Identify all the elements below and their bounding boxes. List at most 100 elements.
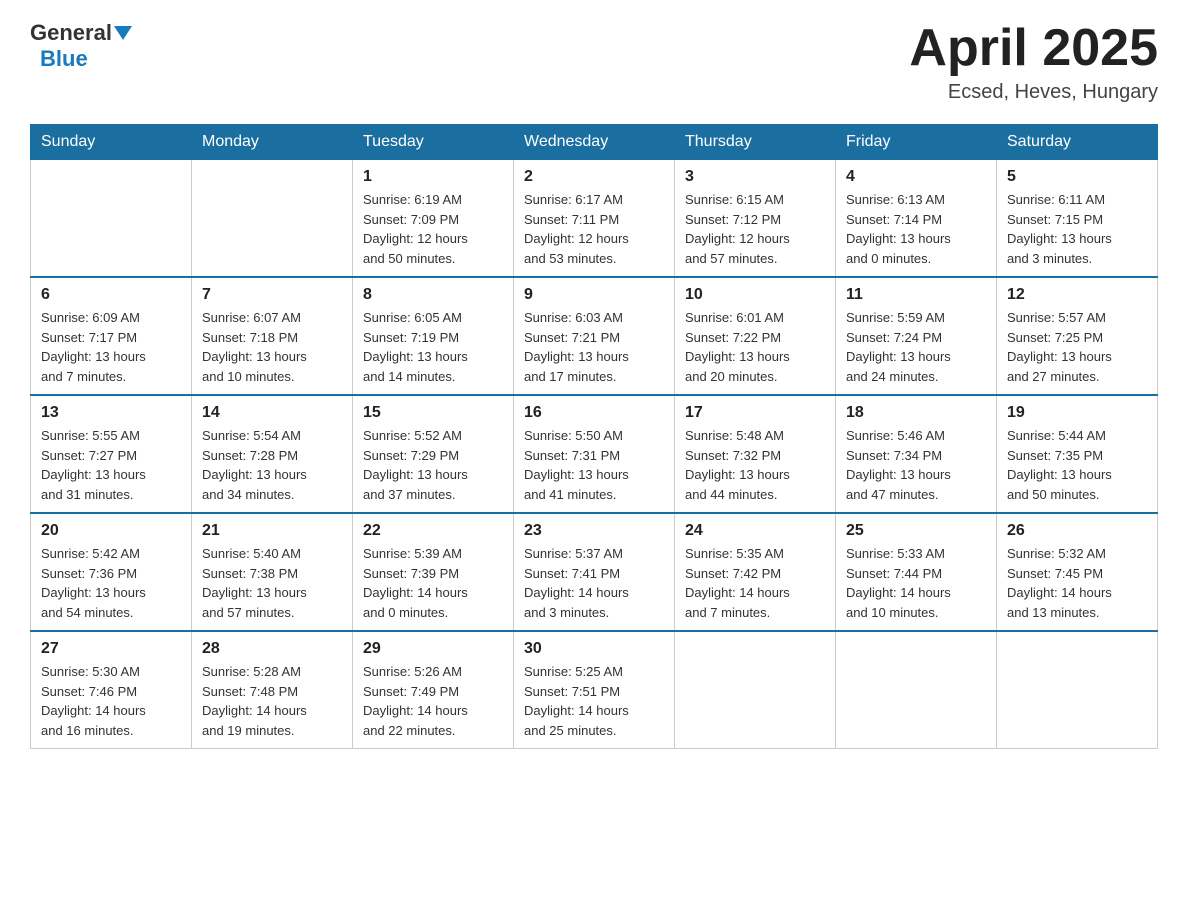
calendar-cell: 25Sunrise: 5:33 AMSunset: 7:44 PMDayligh… [836, 513, 997, 631]
calendar-cell: 22 Sunrise: 5:39 AMSunset: 7:39 PMDayligh… [353, 513, 514, 631]
calendar-cell: 23 Sunrise: 5:37 AMSunset: 7:41 PMDayligh… [514, 513, 675, 631]
day-number: 8 [363, 286, 503, 304]
month-year-title: April 2025 [909, 20, 1158, 77]
day-number: 27 [41, 640, 181, 658]
calendar-cell: 6 Sunrise: 6:09 AMSunset: 7:17 PMDaylight… [31, 277, 192, 395]
day-number: 2 [524, 168, 664, 186]
day-info: Sunrise: 5:35 AMSunset: 7:42 PMDaylight:… [685, 544, 825, 622]
calendar-cell [836, 631, 997, 749]
logo-general-text: General [30, 20, 112, 46]
day-number: 22 [363, 522, 503, 540]
day-info: Sunrise: 6:05 AMSunset: 7:19 PMDaylight:… [363, 308, 503, 386]
calendar-cell: 30 Sunrise: 5:25 AMSunset: 7:51 PMDayligh… [514, 631, 675, 749]
day-info: Sunrise: 5:26 AMSunset: 7:49 PMDaylight:… [363, 662, 503, 740]
day-number: 7 [202, 286, 342, 304]
calendar-cell: 4 Sunrise: 6:13 AMSunset: 7:14 PMDaylight… [836, 160, 997, 278]
day-info: Sunrise: 5:59 AMSunset: 7:24 PMDaylight:… [846, 308, 986, 386]
day-number: 26 [1007, 522, 1147, 540]
day-info: Sunrise: 5:37 AMSunset: 7:41 PMDaylight:… [524, 544, 664, 622]
day-info: Sunrise: 5:44 AMSunset: 7:35 PMDaylight:… [1007, 426, 1147, 504]
calendar-cell: 24 Sunrise: 5:35 AMSunset: 7:42 PMDayligh… [675, 513, 836, 631]
day-info: Sunrise: 6:07 AMSunset: 7:18 PMDaylight:… [202, 308, 342, 386]
calendar-cell: 14Sunrise: 5:54 AMSunset: 7:28 PMDayligh… [192, 395, 353, 513]
calendar-cell: 27Sunrise: 5:30 AMSunset: 7:46 PMDayligh… [31, 631, 192, 749]
location-subtitle: Ecsed, Heves, Hungary [909, 81, 1158, 104]
day-number: 19 [1007, 404, 1147, 422]
day-info: Sunrise: 5:32 AMSunset: 7:45 PMDaylight:… [1007, 544, 1147, 622]
calendar-cell: 17 Sunrise: 5:48 AMSunset: 7:32 PMDayligh… [675, 395, 836, 513]
day-info: Sunrise: 5:28 AMSunset: 7:48 PMDaylight:… [202, 662, 342, 740]
calendar-header-row: SundayMondayTuesdayWednesdayThursdayFrid… [31, 125, 1158, 160]
calendar-cell: 13 Sunrise: 5:55 AMSunset: 7:27 PMDayligh… [31, 395, 192, 513]
day-number: 11 [846, 286, 986, 304]
day-info: Sunrise: 5:40 AMSunset: 7:38 PMDaylight:… [202, 544, 342, 622]
logo-blue-text: Blue [40, 46, 88, 72]
day-number: 18 [846, 404, 986, 422]
day-number: 1 [363, 168, 503, 186]
day-number: 4 [846, 168, 986, 186]
day-number: 9 [524, 286, 664, 304]
day-number: 23 [524, 522, 664, 540]
title-section: April 2025 Ecsed, Heves, Hungary [909, 20, 1158, 104]
day-number: 24 [685, 522, 825, 540]
day-of-week-header: Tuesday [353, 125, 514, 160]
day-of-week-header: Monday [192, 125, 353, 160]
day-info: Sunrise: 5:50 AMSunset: 7:31 PMDaylight:… [524, 426, 664, 504]
day-info: Sunrise: 5:25 AMSunset: 7:51 PMDaylight:… [524, 662, 664, 740]
day-number: 5 [1007, 168, 1147, 186]
logo-arrow-icon [114, 26, 132, 45]
calendar-cell: 9 Sunrise: 6:03 AMSunset: 7:21 PMDaylight… [514, 277, 675, 395]
calendar-cell: 18 Sunrise: 5:46 AMSunset: 7:34 PMDayligh… [836, 395, 997, 513]
calendar-cell: 29 Sunrise: 5:26 AMSunset: 7:49 PMDayligh… [353, 631, 514, 749]
day-info: Sunrise: 6:13 AMSunset: 7:14 PMDaylight:… [846, 190, 986, 268]
calendar-cell: 19 Sunrise: 5:44 AMSunset: 7:35 PMDayligh… [997, 395, 1158, 513]
day-number: 20 [41, 522, 181, 540]
calendar-week-row: 20 Sunrise: 5:42 AMSunset: 7:36 PMDayligh… [31, 513, 1158, 631]
calendar-cell: 21 Sunrise: 5:40 AMSunset: 7:38 PMDayligh… [192, 513, 353, 631]
day-number: 16 [524, 404, 664, 422]
calendar-cell [675, 631, 836, 749]
calendar-cell: 8 Sunrise: 6:05 AMSunset: 7:19 PMDaylight… [353, 277, 514, 395]
day-number: 6 [41, 286, 181, 304]
day-number: 28 [202, 640, 342, 658]
day-info: Sunrise: 5:39 AMSunset: 7:39 PMDaylight:… [363, 544, 503, 622]
day-info: Sunrise: 6:01 AMSunset: 7:22 PMDaylight:… [685, 308, 825, 386]
day-number: 30 [524, 640, 664, 658]
day-info: Sunrise: 6:11 AMSunset: 7:15 PMDaylight:… [1007, 190, 1147, 268]
day-info: Sunrise: 5:55 AMSunset: 7:27 PMDaylight:… [41, 426, 181, 504]
calendar-table: SundayMondayTuesdayWednesdayThursdayFrid… [30, 124, 1158, 749]
day-info: Sunrise: 6:09 AMSunset: 7:17 PMDaylight:… [41, 308, 181, 386]
calendar-cell: 11 Sunrise: 5:59 AMSunset: 7:24 PMDayligh… [836, 277, 997, 395]
calendar-cell: 16 Sunrise: 5:50 AMSunset: 7:31 PMDayligh… [514, 395, 675, 513]
calendar-cell: 26 Sunrise: 5:32 AMSunset: 7:45 PMDayligh… [997, 513, 1158, 631]
day-info: Sunrise: 5:48 AMSunset: 7:32 PMDaylight:… [685, 426, 825, 504]
day-number: 29 [363, 640, 503, 658]
day-of-week-header: Sunday [31, 125, 192, 160]
day-info: Sunrise: 6:19 AMSunset: 7:09 PMDaylight:… [363, 190, 503, 268]
day-number: 15 [363, 404, 503, 422]
calendar-cell: 10Sunrise: 6:01 AMSunset: 7:22 PMDayligh… [675, 277, 836, 395]
calendar-cell: 1 Sunrise: 6:19 AMSunset: 7:09 PMDaylight… [353, 160, 514, 278]
day-of-week-header: Thursday [675, 125, 836, 160]
day-number: 21 [202, 522, 342, 540]
day-info: Sunrise: 6:03 AMSunset: 7:21 PMDaylight:… [524, 308, 664, 386]
day-number: 3 [685, 168, 825, 186]
calendar-cell [192, 160, 353, 278]
page-header: General Blue April 2025 Ecsed, Heves, Hu… [30, 20, 1158, 104]
calendar-cell: 12Sunrise: 5:57 AMSunset: 7:25 PMDayligh… [997, 277, 1158, 395]
day-of-week-header: Saturday [997, 125, 1158, 160]
day-info: Sunrise: 5:42 AMSunset: 7:36 PMDaylight:… [41, 544, 181, 622]
day-info: Sunrise: 5:54 AMSunset: 7:28 PMDaylight:… [202, 426, 342, 504]
day-number: 17 [685, 404, 825, 422]
day-number: 13 [41, 404, 181, 422]
calendar-cell: 3Sunrise: 6:15 AMSunset: 7:12 PMDaylight… [675, 160, 836, 278]
day-info: Sunrise: 5:46 AMSunset: 7:34 PMDaylight:… [846, 426, 986, 504]
calendar-cell: 7 Sunrise: 6:07 AMSunset: 7:18 PMDaylight… [192, 277, 353, 395]
day-number: 25 [846, 522, 986, 540]
calendar-week-row: 6 Sunrise: 6:09 AMSunset: 7:17 PMDaylight… [31, 277, 1158, 395]
day-info: Sunrise: 5:57 AMSunset: 7:25 PMDaylight:… [1007, 308, 1147, 386]
day-of-week-header: Wednesday [514, 125, 675, 160]
calendar-cell: 2Sunrise: 6:17 AMSunset: 7:11 PMDaylight… [514, 160, 675, 278]
calendar-week-row: 13 Sunrise: 5:55 AMSunset: 7:27 PMDayligh… [31, 395, 1158, 513]
calendar-cell: 28 Sunrise: 5:28 AMSunset: 7:48 PMDayligh… [192, 631, 353, 749]
